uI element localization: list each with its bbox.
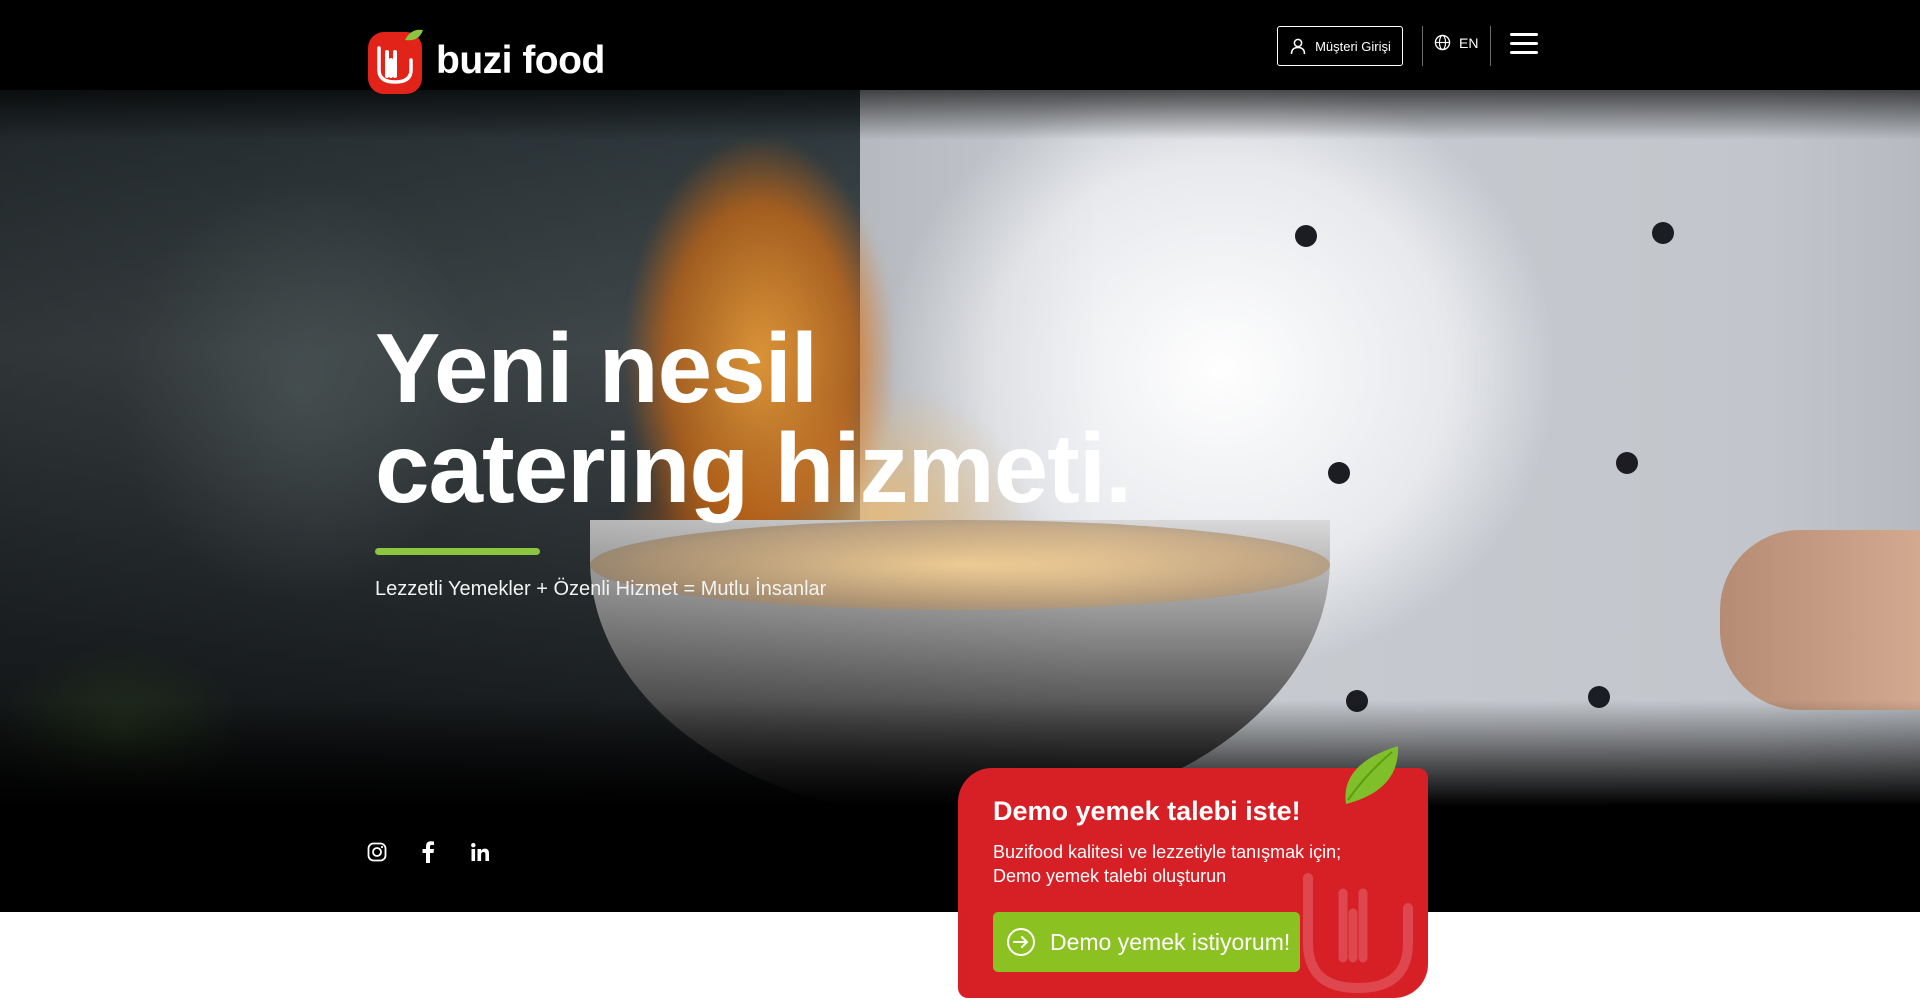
arrow-right-circle-icon [1007, 928, 1035, 956]
logo-mark-icon [367, 26, 424, 96]
demo-description: Buzifood kalitesi ve lezzetiyle tanışmak… [993, 842, 1342, 886]
hamburger-menu-icon[interactable] [1510, 33, 1538, 57]
hero-shade [0, 0, 1920, 140]
headline-accent-bar [375, 548, 540, 555]
linkedin-icon[interactable] [468, 840, 492, 864]
demo-request-label: Demo yemek istiyorum! [1050, 928, 1291, 955]
language-switcher[interactable]: EN [1434, 34, 1478, 51]
hero-tagline: Lezzetli Yemekler + Özenli Hizmet = Mutl… [375, 578, 827, 600]
facebook-icon[interactable] [416, 840, 440, 864]
chef-button [1652, 222, 1674, 244]
hero-headline-line: Yeni nesil [375, 313, 818, 423]
customer-login-label: Müşteri Girişi [1315, 38, 1391, 54]
hero-headline: Yeni nesil catering hizmeti. [375, 318, 1135, 518]
user-icon [1290, 38, 1306, 55]
chef-button [1616, 452, 1638, 474]
site-logo[interactable]: buzi food [367, 26, 605, 96]
globe-icon [1434, 34, 1451, 51]
customer-login-button[interactable]: Müşteri Girişi [1277, 26, 1403, 66]
leaf-icon [1345, 746, 1399, 804]
demo-request-button[interactable]: Demo yemek istiyorum! [993, 912, 1300, 972]
demo-title: Demo yemek talebi iste! [993, 796, 1301, 826]
instagram-icon[interactable] [365, 840, 389, 864]
hero-section: buzi food Müşteri Girişi EN Yeni nesil c… [0, 0, 1920, 912]
header-divider [1422, 26, 1423, 66]
chef-button [1328, 462, 1350, 484]
hero-headline-line: catering hizmeti. [375, 413, 1132, 523]
language-label: EN [1459, 34, 1479, 51]
header-divider [1490, 26, 1491, 66]
logo-text: buzi food [436, 39, 605, 82]
chef-button [1295, 225, 1317, 247]
chef-hand [1720, 530, 1920, 710]
